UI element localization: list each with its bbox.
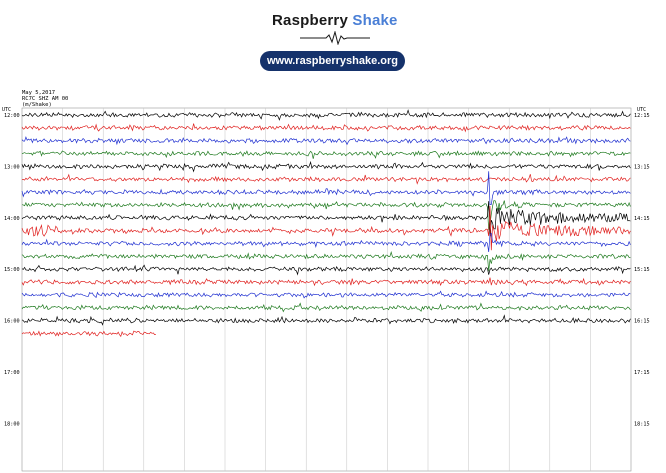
hour-label-right: 17:15 <box>634 370 650 376</box>
hour-label-left: 12:00 <box>4 113 20 119</box>
hour-label-left: 18:00 <box>4 421 20 427</box>
hour-label-right: 16:15 <box>634 319 650 325</box>
hour-label-left: 15:00 <box>4 267 20 273</box>
hour-label-right: 12:15 <box>634 113 650 119</box>
trace-line <box>21 290 631 299</box>
trace-line <box>21 136 631 146</box>
trace-line <box>22 173 631 185</box>
hour-label-right: 13:15 <box>634 164 650 170</box>
trace-line <box>21 277 631 287</box>
trace-line <box>21 109 631 121</box>
hour-label-left: 13:00 <box>4 164 20 170</box>
trace-line <box>21 330 156 338</box>
hour-label-right: 15:15 <box>634 267 650 273</box>
hour-label-left: 14:00 <box>4 216 20 222</box>
trace-line <box>21 160 631 173</box>
hour-label-left: 17:00 <box>4 370 20 376</box>
trace-line <box>21 150 631 159</box>
trace-line <box>21 232 631 253</box>
hour-label-left: 16:00 <box>4 319 20 325</box>
trace-line <box>21 302 631 313</box>
plot-frame <box>21 107 632 472</box>
trace-line <box>21 314 631 326</box>
trace-line <box>21 123 631 133</box>
trace-line <box>21 171 631 205</box>
trace-line <box>21 264 631 276</box>
hour-label-right: 14:15 <box>634 216 650 222</box>
hour-label-right: 18:15 <box>634 421 650 427</box>
helicorder-plot: UTC UTC12:0013:0014:0015:0016:0017:0018:0… <box>2 107 650 473</box>
